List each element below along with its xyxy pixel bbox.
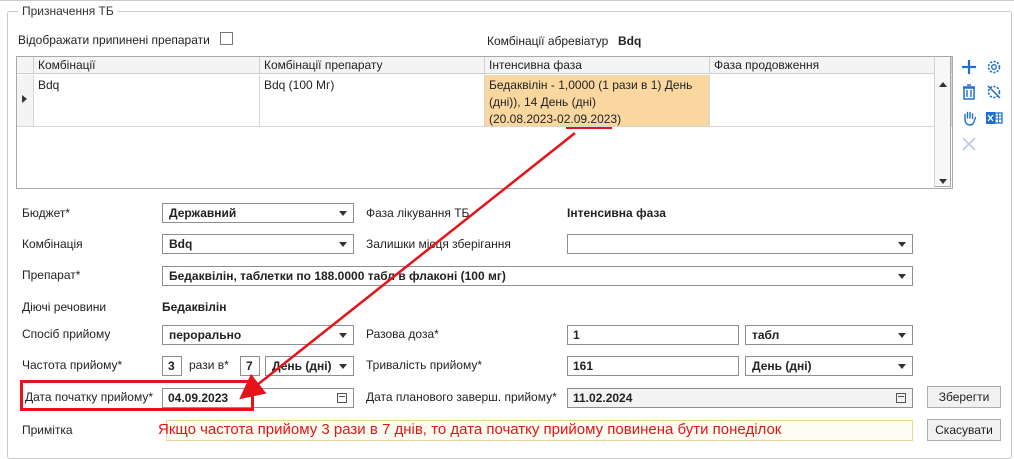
annotation-arrow bbox=[239, 127, 612, 400]
annotation-arrow-line bbox=[239, 132, 576, 400]
